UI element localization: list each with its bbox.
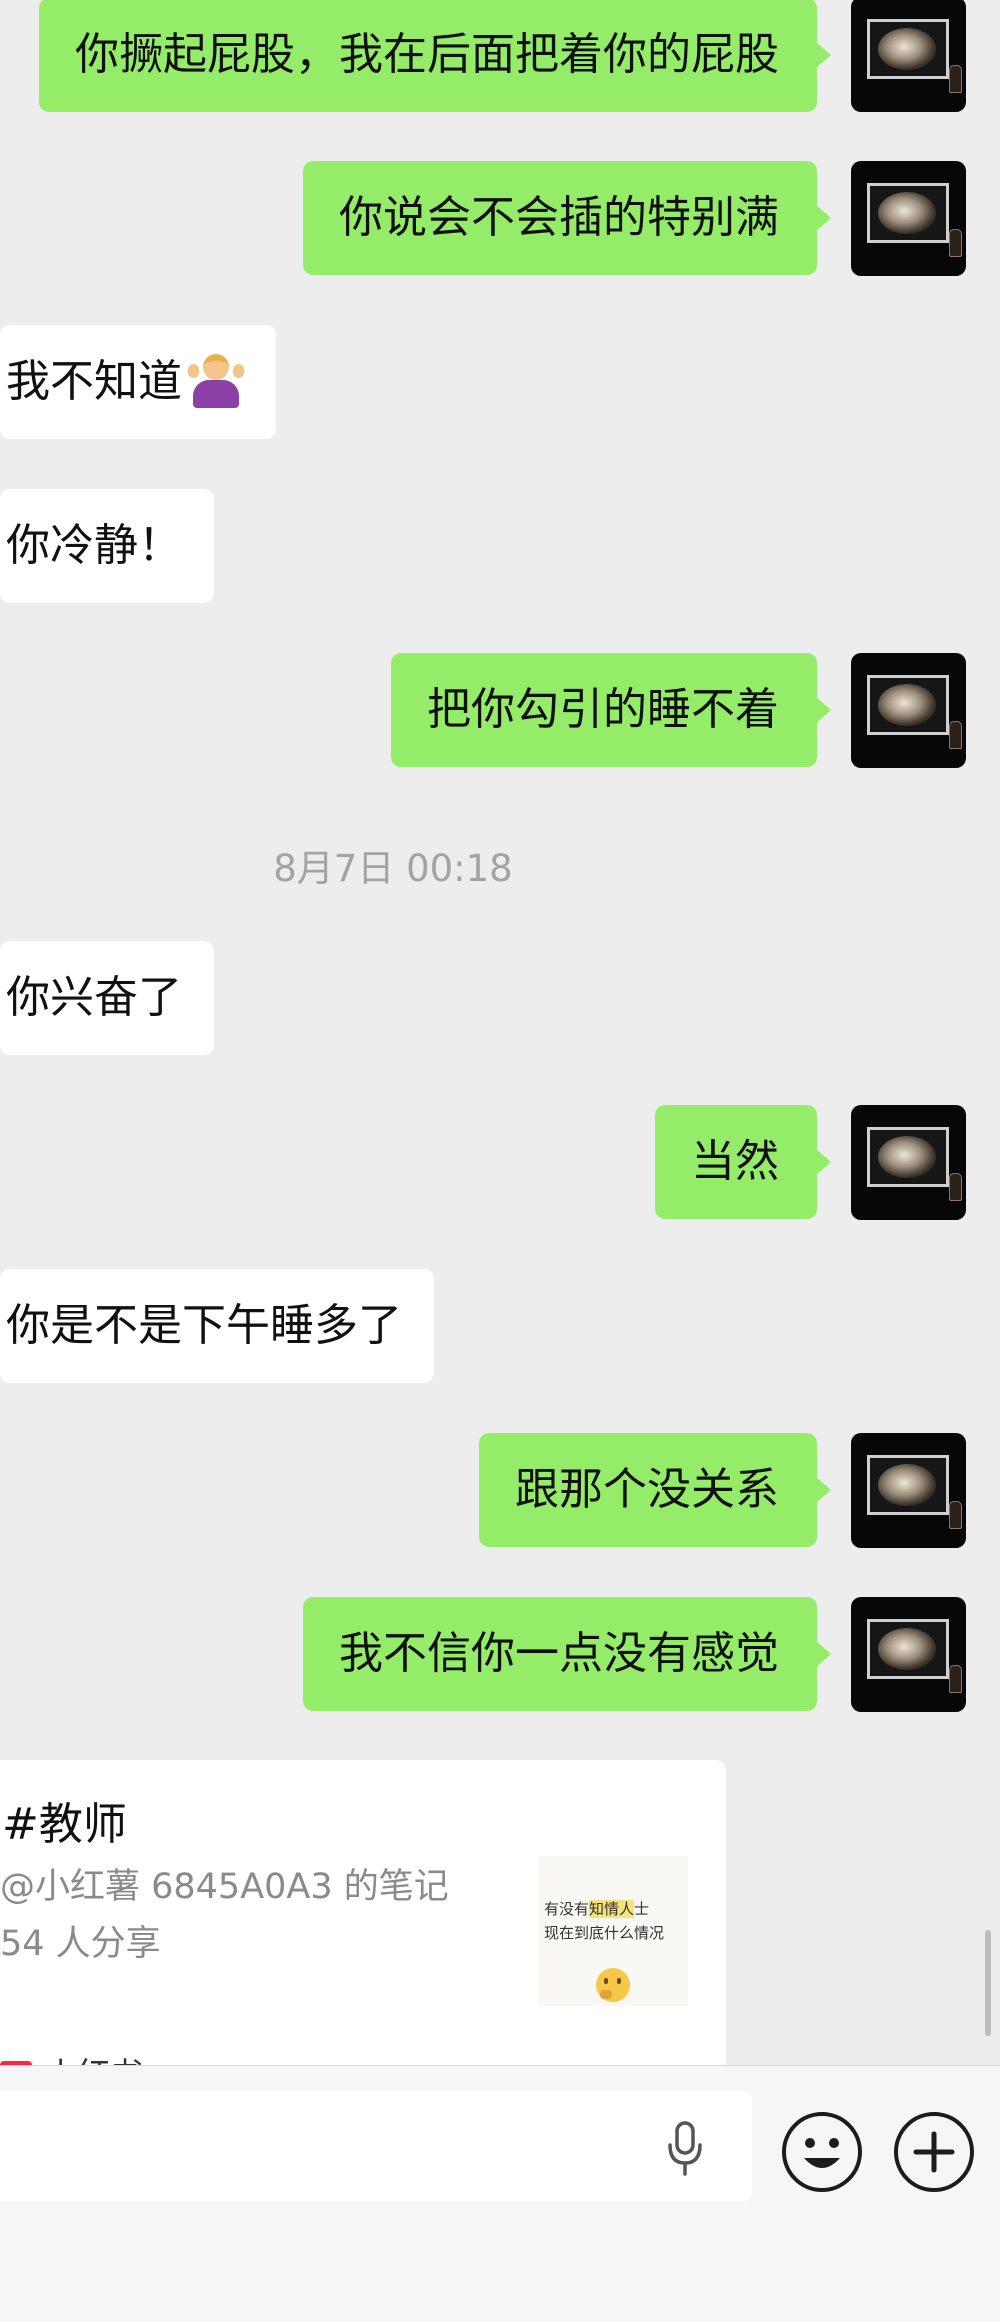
message-bubble-incoming[interactable]: 你是不是下午睡多了: [0, 1269, 434, 1383]
scrollbar[interactable]: [985, 1930, 991, 2036]
message-bubble-outgoing[interactable]: 你说会不会插的特别满: [303, 161, 831, 275]
avatar-self[interactable]: [851, 1433, 966, 1548]
message-bubble-outgoing[interactable]: 跟那个没关系: [479, 1433, 831, 1547]
card-thumbnail: 有没有知情人士 现在到底什么情况: [538, 1856, 688, 2006]
composer-bar: [0, 2065, 1000, 2322]
plus-icon: [913, 2131, 955, 2173]
message-text: 我不知道: [6, 356, 182, 407]
message-bubble-incoming[interactable]: 你兴奋了: [0, 941, 214, 1055]
message-bubble-incoming[interactable]: 我不知道: [0, 325, 276, 439]
thinking-emoji: [596, 1968, 630, 2002]
avatar-artwork: [867, 1619, 949, 1679]
avatar-self[interactable]: [851, 1105, 966, 1220]
avatar-artwork: [867, 183, 949, 243]
card-source-name: 小红书: [44, 2055, 143, 2065]
message-bubble-outgoing[interactable]: 把你勾引的睡不着: [391, 653, 831, 767]
shrug-emoji: [188, 352, 244, 410]
card-title: #教师: [2, 1799, 127, 1850]
timestamp: 8月7日 00:18: [273, 847, 513, 890]
avatar-artwork: [867, 1127, 949, 1187]
chat-history[interactable]: 你撅起屁股，我在后面把着你的屁股 你说会不会插的特别满 我不知道 你冷静！ 把你…: [0, 0, 1000, 2065]
avatar-artwork: [867, 19, 949, 79]
microphone-icon[interactable]: [665, 2121, 705, 2177]
emoji-button[interactable]: [782, 2112, 862, 2192]
shared-note-card[interactable]: #教师 @小红薯 6845A0A3 的笔记 54 人分享 有没有知情人士 现在到…: [0, 1760, 726, 2065]
message-input[interactable]: [0, 2091, 752, 2201]
message-bubble-incoming[interactable]: 你冷静！: [0, 489, 214, 603]
emoji-icon: [804, 2138, 840, 2168]
avatar-self[interactable]: [851, 653, 966, 768]
card-source: 小红书: [0, 2048, 143, 2065]
avatar-self[interactable]: [851, 161, 966, 276]
message-bubble-outgoing[interactable]: 你撅起屁股，我在后面把着你的屁股: [39, 0, 831, 112]
card-share-count: 54 人分享: [0, 1924, 161, 1964]
card-author: @小红薯 6845A0A3 的笔记: [0, 1867, 449, 1907]
more-options-button[interactable]: [894, 2112, 974, 2192]
message-bubble-outgoing[interactable]: 我不信你一点没有感觉: [303, 1597, 831, 1711]
message-bubble-outgoing[interactable]: 当然: [655, 1105, 831, 1219]
avatar-artwork: [867, 1455, 949, 1515]
avatar-artwork: [867, 675, 949, 735]
avatar-self[interactable]: [851, 1597, 966, 1712]
thumbnail-text-line2: 现在到底什么情况: [544, 1924, 665, 1942]
thumbnail-text-line1: 有没有知情人士: [544, 1900, 650, 1918]
avatar-self[interactable]: [851, 0, 966, 112]
